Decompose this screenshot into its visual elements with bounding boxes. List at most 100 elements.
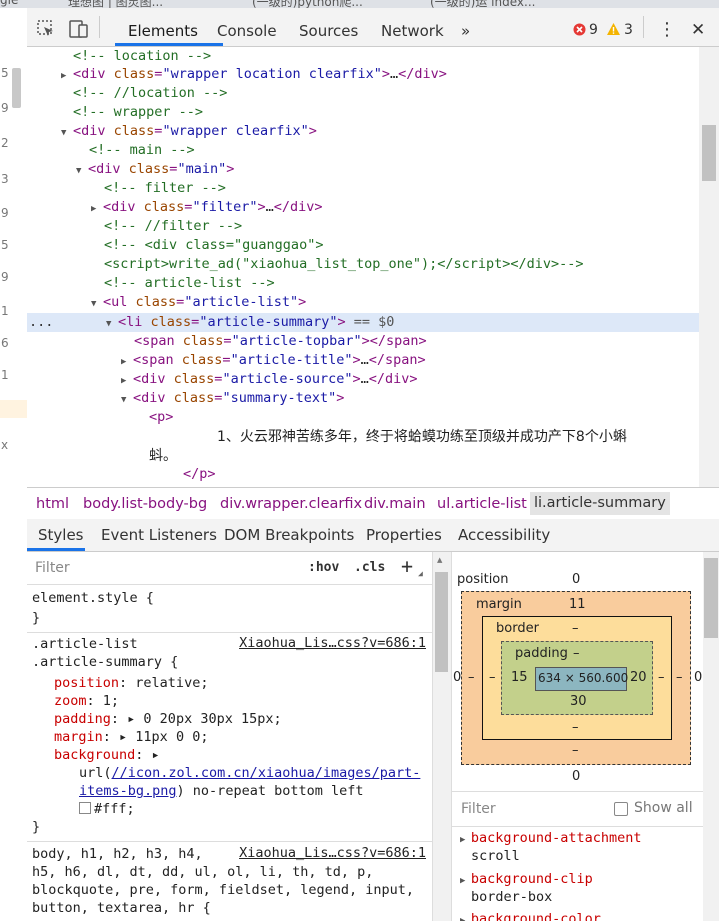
error-count[interactable]: 9 [589,22,598,38]
breadcrumb-item[interactable]: ul.article-list [437,496,527,512]
dom-node[interactable]: ▶ <div class="article-source">…</div> [121,370,418,389]
box-border-left[interactable]: – [489,670,496,685]
browser-tab[interactable]: (一级的)python爬... [252,0,363,8]
dom-comment[interactable]: <!-- filter --> [104,179,226,198]
box-border-bottom[interactable]: – [572,720,579,735]
tab-sources[interactable]: Sources [299,22,358,40]
new-style-rule-button[interactable]: + [401,554,413,578]
dom-node[interactable]: ▼ <ul class="article-list"> [91,293,306,312]
dom-node[interactable]: <p> [149,408,173,427]
dom-text-node[interactable]: 蚪。 [149,447,177,466]
box-border-top[interactable]: – [572,621,579,636]
close-icon[interactable]: ✕ [691,20,705,40]
tab-styles[interactable]: Styles [38,526,84,544]
box-border-right[interactable]: – [658,670,665,685]
rule-source-link[interactable]: Xiaohua_Lis…css?v=686:1 [239,635,426,651]
device-toolbar-icon[interactable] [69,20,89,42]
box-content-size[interactable]: 634 × 560.600 [538,671,628,685]
tab-console[interactable]: Console [217,22,277,40]
color-swatch-icon[interactable] [79,802,91,814]
scroll-up-arrow-icon[interactable]: ▲ [437,556,442,564]
css-property[interactable]: zoom: 1; [54,692,119,710]
dom-node[interactable]: ▶ <div class="filter">…</div> [91,198,323,217]
dom-node[interactable]: ▼ <div class="main"> [76,160,234,179]
background-image-link[interactable]: //icon.zol.com.cn/xiaohua/images/part- [112,765,421,781]
warning-count[interactable]: 3 [624,22,633,38]
collapse-triangle-icon[interactable]: ▼ [61,124,73,143]
box-padding-right[interactable]: 20 [630,670,647,685]
dom-comment[interactable]: <!-- wrapper --> [73,103,203,122]
elements-scrollbar[interactable] [699,47,719,487]
scrollbar-thumb[interactable] [435,572,448,672]
css-property[interactable]: background: ▸ [54,746,160,764]
css-property[interactable]: padding: ▸ 0 20px 30px 15px; [54,710,282,728]
dom-comment[interactable]: <!-- //location --> [73,84,227,103]
box-margin-left[interactable]: – [468,670,475,685]
node-actions-ellipsis[interactable]: ... [29,313,53,332]
dom-comment[interactable]: <script>write_ad("xiaohua_list_top_one")… [104,255,584,274]
styles-scrollbar[interactable]: ▲ [432,552,451,921]
css-property[interactable]: position: relative; [54,674,208,692]
collapse-triangle-icon[interactable]: ▼ [106,315,118,334]
more-tabs-button[interactable]: » [461,22,470,40]
kebab-menu-icon[interactable]: ⋮ [658,19,676,40]
box-content[interactable]: 634 × 560.600 [535,667,628,691]
dom-node-selected[interactable]: ▼ <li class="article-summary"> == $0 [106,313,394,332]
rule-selector[interactable]: body, h1, h2, h3, h4, [32,845,203,863]
box-margin-right[interactable]: – [676,670,683,685]
warning-icon[interactable] [606,22,621,40]
tab-elements[interactable]: Elements [128,22,198,40]
hover-state-toggle[interactable]: :hov [308,560,339,575]
expand-triangle-icon[interactable]: ▶ [460,876,471,886]
computed-scrollbar[interactable] [703,552,719,921]
expand-triangle-icon[interactable]: ▶ [61,67,73,86]
box-margin-top[interactable]: 11 [569,597,586,612]
expand-triangle-icon[interactable]: ▶ [460,916,471,921]
rule-selector[interactable]: button, textarea, hr { [32,899,211,917]
tab-properties[interactable]: Properties [366,526,442,544]
element-style-selector[interactable]: element.style { [32,589,154,607]
collapse-triangle-icon[interactable]: ▼ [121,391,133,410]
breadcrumb-item[interactable]: div.main [364,496,426,512]
rule-selector[interactable]: h5, h6, dl, dt, dd, ul, ol, li, th, td, … [32,863,373,881]
box-outer-right[interactable]: 0 [694,670,702,685]
tab-accessibility[interactable]: Accessibility [458,526,550,544]
breadcrumb-item[interactable]: body.list-body-bg [83,496,207,512]
css-property[interactable]: margin: ▸ 11px 0 0; [54,728,208,746]
rule-selector[interactable]: blockquote, pre, form, fieldset, legend,… [32,881,414,899]
class-toggle[interactable]: .cls [354,560,385,575]
computed-filter-input[interactable]: Filter [461,801,496,817]
computed-property[interactable]: ▶ background-clip [460,871,593,887]
dom-node[interactable]: </p> [183,465,216,484]
breadcrumb-item[interactable]: html [36,496,69,512]
rule-selector[interactable]: .article-summary { [32,653,178,671]
tab-dom-breakpoints[interactable]: DOM Breakpoints [224,526,354,544]
background-image-link[interactable]: items-bg.png [79,783,177,799]
show-all-checkbox[interactable] [614,802,628,816]
dom-comment[interactable]: <!-- location --> [73,47,211,66]
box-position-value[interactable]: 0 [572,572,580,587]
tab-network[interactable]: Network [381,22,444,40]
scrollbar-thumb[interactable] [704,558,718,638]
collapse-triangle-icon[interactable]: ▼ [76,162,88,181]
dom-node[interactable]: ▼ <div class="wrapper clearfix"> [61,122,317,141]
dom-node[interactable]: <span class="article-topbar"></span> [134,332,427,351]
rule-selector[interactable]: .article-list [32,635,138,653]
expand-triangle-icon[interactable]: ▶ [460,835,471,845]
styles-filter-input[interactable]: Filter [35,560,70,576]
browser-tab[interactable]: gle [0,0,18,7]
computed-property[interactable]: ▶ background-attachment [460,830,642,846]
dom-node[interactable]: ▶ <span class="article-title">…</span> [121,351,426,370]
expand-triangle-icon[interactable]: ▶ [91,200,103,219]
dom-node[interactable]: ▶ <div class="wrapper location clearfix">… [61,65,447,84]
box-padding-left[interactable]: 15 [511,670,528,685]
box-position-bottom[interactable]: 0 [572,769,580,784]
box-padding-bottom[interactable]: 30 [570,694,587,709]
error-icon[interactable] [573,23,586,40]
dom-comment[interactable]: <!-- <div class="guanggao"> [104,236,323,255]
browser-tab[interactable]: 理想图 | 图灵图... [68,0,163,8]
rule-source-link[interactable]: Xiaohua_Lis…css?v=686:1 [239,845,426,861]
scrollbar-thumb[interactable] [702,125,716,181]
box-padding-top[interactable]: – [573,646,580,661]
dom-node[interactable]: ▼ <div class="summary-text"> [121,389,344,408]
